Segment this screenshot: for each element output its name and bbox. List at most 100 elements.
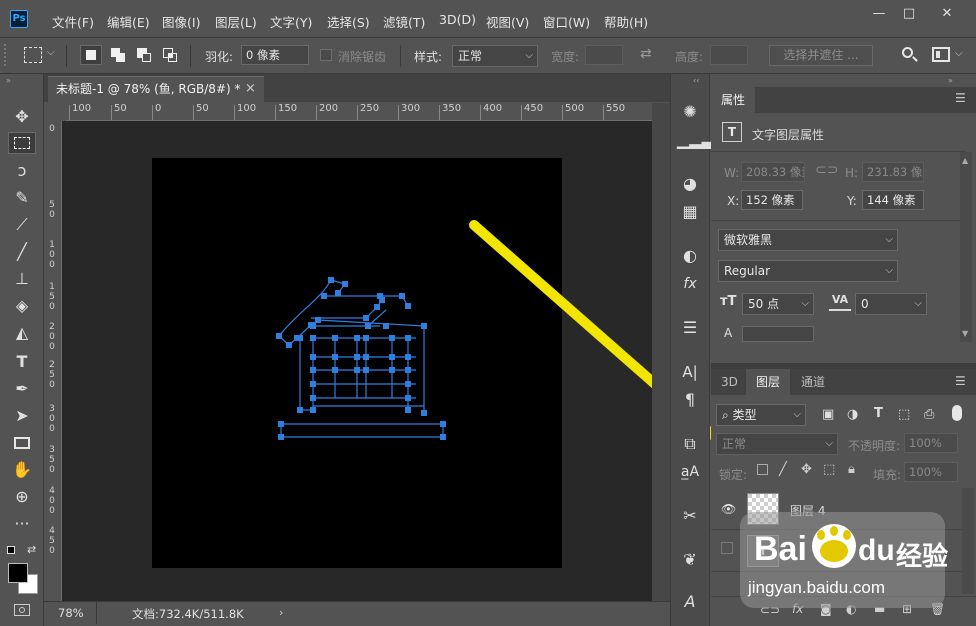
font-style-select[interactable]: Regular ⌵ [718, 260, 898, 282]
tool-presets-icon[interactable]: ✂ [677, 504, 703, 528]
w-input[interactable]: 208.33 像素 [741, 162, 805, 182]
lock-position-icon[interactable]: ✥ [801, 462, 812, 477]
watermark-url: jingyan.baidu.com [748, 578, 886, 597]
tab-layers[interactable]: 图层 [746, 369, 791, 395]
tab-3d[interactable]: 3D [711, 369, 748, 395]
path-anchor-points [276, 277, 446, 440]
h-label: H: [845, 166, 859, 180]
anchor-point [363, 335, 369, 341]
font-size-value: 50 点 [748, 297, 780, 311]
anchor-point [405, 381, 411, 387]
brush-settings-icon[interactable]: ❦ [677, 548, 703, 572]
clone-source-icon[interactable]: ⧉ [677, 432, 703, 456]
glyphs-icon[interactable]: a̲A [677, 460, 703, 484]
h-input[interactable]: 231.83 像素 [862, 162, 924, 182]
layer-filter-select[interactable]: ⌕ 类型 ⌵ [716, 404, 806, 426]
color-icon[interactable]: ◕ [677, 172, 703, 196]
swatches-icon[interactable]: ▦ [677, 200, 703, 224]
glyph-path-segment [311, 299, 383, 319]
tab-properties[interactable]: 属性 [711, 87, 756, 113]
anchor-point [297, 335, 303, 341]
anchor-point [354, 335, 360, 341]
paragraph-icon[interactable]: ¶ [677, 388, 703, 412]
adjustments-icon[interactable]: ◐ [677, 244, 703, 268]
x-input[interactable]: 152 像素 [741, 190, 803, 210]
lock-paint-icon[interactable]: ╱ [779, 462, 787, 477]
anchor-point [405, 303, 411, 309]
chevron-down-icon: ⌵ [793, 409, 801, 420]
filter-smart-object-icon[interactable]: ⎙ [924, 407, 934, 422]
font-family-value: 微软雅黑 [724, 233, 773, 247]
glyph-a-icon[interactable]: A [677, 590, 703, 614]
leading-icon: A [724, 326, 733, 340]
properties-scrollbar[interactable]: ▲ ▼ [960, 152, 972, 342]
anchor-point [440, 434, 446, 440]
chevron-down-icon: ⌵ [885, 265, 893, 276]
filter-shape-icon[interactable]: ⬚ [898, 407, 910, 422]
y-input[interactable]: 144 像素 [862, 190, 924, 210]
chevron-down-icon: ⌵ [885, 234, 893, 245]
anchor-point [399, 293, 405, 299]
font-style-value: Regular [724, 264, 771, 278]
zoom-level[interactable]: 78% [58, 606, 84, 620]
anchor-point [286, 342, 292, 348]
lock-pixels-icon[interactable] [757, 464, 768, 475]
glyph-path-segment [278, 279, 332, 337]
anchor-point [276, 333, 282, 339]
status-divider [96, 602, 97, 624]
eye-icon[interactable]: 👁︎ [721, 502, 736, 516]
anchor-point [405, 395, 411, 401]
paragraph-styles-icon[interactable]: ☰ [677, 316, 703, 340]
filter-toggle-icon[interactable] [952, 405, 962, 421]
anchor-point [310, 407, 316, 413]
navigator-icon[interactable]: ✺ [677, 100, 703, 124]
fill-input[interactable]: 100% [904, 462, 958, 482]
anchor-point [310, 367, 316, 373]
tab-channels[interactable]: 通道 [791, 369, 835, 395]
font-family-select[interactable]: 微软雅黑 ⌵ [718, 229, 898, 251]
styles-icon[interactable]: fx [677, 272, 703, 296]
status-menu-chevron-icon[interactable]: › [279, 606, 283, 619]
anchor-point [363, 367, 369, 373]
glyph-path-segment [324, 295, 409, 307]
filter-adjustment-icon[interactable]: ◑ [847, 407, 858, 422]
anchor-point [421, 323, 427, 329]
layers-scrollbar[interactable] [962, 488, 974, 594]
tracking-value: 0 [861, 297, 869, 311]
watermark-product: 经验 [896, 542, 949, 572]
layers-menu-icon[interactable]: ☰ [955, 374, 966, 388]
anchor-point [389, 367, 395, 373]
anchor-point [354, 354, 360, 360]
anchor-point [321, 293, 327, 299]
filter-pixel-icon[interactable]: ▣ [822, 407, 834, 422]
chevron-down-icon: ⌵ [914, 298, 922, 309]
properties-header: 文字图层属性 [752, 128, 825, 142]
anchor-point [310, 354, 316, 360]
collapse-strip-icon[interactable]: ‹‹ [693, 76, 699, 85]
leading-select[interactable] [742, 326, 814, 342]
properties-divider-2 [711, 220, 965, 221]
anchor-point [310, 323, 316, 329]
visibility-empty-icon[interactable] [721, 542, 733, 554]
document-info: 文档:732.4K/511.8K [132, 607, 244, 621]
vertical-scrollbar[interactable] [652, 103, 670, 601]
filter-type-icon[interactable]: T [874, 406, 883, 421]
properties-menu-icon[interactable]: ☰ [955, 91, 966, 105]
anchor-point [315, 317, 321, 323]
font-size-select[interactable]: 50 点 ⌵ [742, 293, 814, 315]
lock-artboard-icon[interactable]: ⬚ [823, 462, 835, 477]
anchor-point [421, 410, 427, 416]
histogram-icon[interactable]: ▁▂▃ [677, 128, 714, 152]
anchor-point [379, 297, 385, 303]
baidu-paw-icon [812, 524, 856, 568]
link-icon[interactable]: ⊂⊃ [815, 162, 838, 178]
tracking-select[interactable]: 0 ⌵ [855, 293, 927, 315]
opacity-input[interactable]: 100% [904, 433, 958, 453]
collapse-panels-icon[interactable]: » [948, 76, 953, 85]
anchor-point [405, 367, 411, 373]
anchor-point [310, 395, 316, 401]
blend-mode-select[interactable]: 正常 ⌵ [716, 433, 838, 455]
anchor-point [278, 421, 284, 427]
character-icon[interactable]: A| [677, 360, 703, 384]
lock-all-icon[interactable]: 🔒︎ [848, 462, 855, 477]
